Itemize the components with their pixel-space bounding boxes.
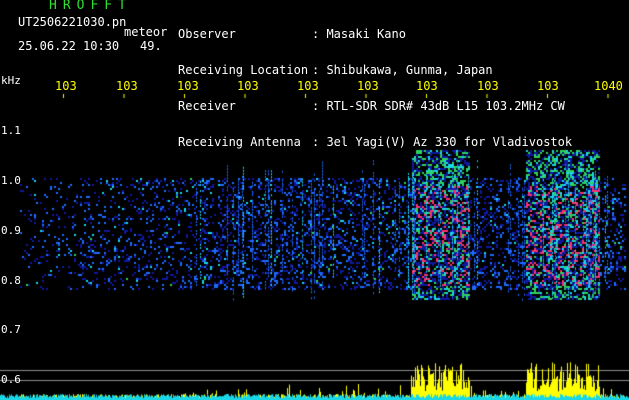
antenna-value: : 3el Yagi(V) Az 330 for Vladivostok [312, 135, 573, 149]
observer-value: : Masaki Kano [312, 27, 406, 41]
location-label: Receiving Location [178, 63, 309, 77]
y-tick-label: 1.0 [1, 174, 21, 187]
y-tick-label: 1.1 [1, 124, 21, 137]
x-tick-label: 103 [55, 79, 77, 93]
station-info-values: : Masaki Kano : Shibukawa, Gunma, Japan … [312, 4, 572, 172]
file-name: UT2506221030.pn [18, 15, 127, 29]
x-tick-label: 103 [237, 79, 259, 93]
location-value: : Shibukawa, Gunma, Japan [312, 63, 493, 77]
y-tick-label: 0.7 [1, 323, 21, 336]
x-tick-label: 103 [477, 79, 499, 93]
x-tick-label: 103 [357, 79, 379, 93]
x-tick-label: 103 [177, 79, 199, 93]
mode-label: meteor [124, 25, 168, 39]
antenna-label: Receiving Antenna [178, 135, 301, 149]
x-tick-label: 103 [416, 79, 438, 93]
hrofft-screen: HROFFT UT2506221030.pn meteor 25.06.22 1… [0, 0, 629, 400]
date-time: 25.06.22 10:30 [18, 39, 120, 53]
x-tick-label: 103 [537, 79, 559, 93]
y-tick-label: 0.8 [1, 274, 21, 287]
y-axis-unit: kHz [1, 74, 21, 87]
x-tick-label: 1040 [594, 79, 623, 93]
receiver-value: : RTL-SDR SDR# 43dB L15 103.2MHz CW [312, 99, 565, 113]
observer-label: Observer [178, 27, 236, 41]
x-tick-label: 103 [297, 79, 319, 93]
app-brand: HROFFT [49, 0, 132, 13]
receiver-label: Receiver [178, 99, 236, 113]
y-tick-label: 0.6 [1, 373, 21, 386]
meteor-count: 49. [140, 39, 162, 53]
x-tick-label: 103 [116, 79, 138, 93]
y-tick-label: 0.9 [1, 224, 21, 237]
